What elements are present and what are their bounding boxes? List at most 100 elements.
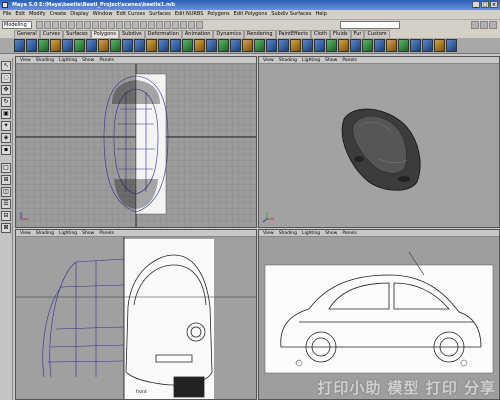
cylindrical-mapping-icon[interactable] — [326, 39, 337, 52]
shelf-tab-curves[interactable]: Curves — [39, 30, 64, 38]
separate-icon[interactable] — [98, 39, 109, 52]
snap-point-icon[interactable] — [156, 21, 163, 29]
merge-vertices-icon[interactable] — [170, 39, 181, 52]
panel-menu-shading[interactable]: Shading — [36, 57, 54, 63]
subdivide-icon[interactable] — [194, 39, 205, 52]
wedge-faces-icon[interactable] — [410, 39, 421, 52]
select-tool-icon[interactable]: ↖ — [1, 61, 11, 71]
smooth-icon[interactable] — [158, 39, 169, 52]
duplicate-faces-icon[interactable] — [422, 39, 433, 52]
mask-curve-icon[interactable] — [100, 21, 107, 29]
menu-create[interactable]: Create — [50, 10, 67, 19]
layout-side-by-side-icon[interactable]: ◫ — [1, 187, 11, 197]
panel-menu-shading[interactable]: Shading — [36, 230, 54, 236]
shelf-tab-animation[interactable]: Animation — [181, 30, 214, 38]
panel-menu-lighting[interactable]: Lighting — [302, 57, 320, 63]
booleans-icon[interactable] — [398, 39, 409, 52]
poly-sphere-icon[interactable] — [26, 39, 37, 52]
soften-edge-icon[interactable] — [290, 39, 301, 52]
panel-menu-lighting[interactable]: Lighting — [59, 230, 77, 236]
shelf-tab-general[interactable]: General — [14, 30, 40, 38]
panel-menu-panels[interactable]: Panels — [342, 57, 356, 63]
panel-menu-panels[interactable]: Panels — [99, 57, 113, 63]
shelf-tab-fur[interactable]: Fur — [350, 30, 365, 38]
save-scene-icon[interactable] — [52, 21, 59, 29]
shelf-tab-polygons[interactable]: Polygons — [90, 30, 119, 38]
layout-single-icon[interactable]: □ — [1, 163, 11, 173]
menu-set-dropdown[interactable]: Modeling — [2, 21, 32, 29]
lasso-tool-icon[interactable]: ◌ — [1, 73, 11, 83]
render-globals-icon[interactable] — [196, 21, 203, 29]
history-icon[interactable] — [172, 21, 179, 29]
move-tool-icon[interactable]: ✥ — [1, 85, 11, 95]
menu-edit-polygons[interactable]: Edit Polygons — [234, 10, 268, 19]
bevel-icon[interactable] — [182, 39, 193, 52]
maximize-button[interactable]: □ — [481, 1, 489, 8]
shelf-tab-fluids[interactable]: Fluids — [330, 30, 351, 38]
spherical-mapping-icon[interactable] — [338, 39, 349, 52]
maya-app-icon[interactable] — [2, 2, 8, 8]
panel-menu-view[interactable]: View — [263, 57, 274, 63]
menu-window[interactable]: Window — [93, 10, 113, 19]
split-polygon-icon[interactable] — [134, 39, 145, 52]
mirror-geometry-icon[interactable] — [230, 39, 241, 52]
reverse-normals-icon[interactable] — [278, 39, 289, 52]
mask-handle-icon[interactable] — [84, 21, 91, 29]
shelf-tab-rendering[interactable]: Rendering — [244, 30, 276, 38]
layout-hypershade-icon[interactable]: ⊠ — [1, 223, 11, 233]
shelf-tab-surfaces[interactable]: Surfaces — [63, 30, 91, 38]
shelf-tab-deformation[interactable]: Deformation — [144, 30, 182, 38]
sculpt-tool-icon[interactable] — [362, 39, 373, 52]
panel-menu-shading[interactable]: Shading — [279, 230, 297, 236]
mask-deform-icon[interactable] — [116, 21, 123, 29]
scale-tool-icon[interactable]: ▣ — [1, 109, 11, 119]
panel-menu-panels[interactable]: Panels — [342, 230, 356, 236]
poly-cone-icon[interactable] — [50, 39, 61, 52]
harden-edge-icon[interactable] — [302, 39, 313, 52]
reduce-icon[interactable] — [374, 39, 385, 52]
select-object-icon[interactable] — [68, 21, 75, 29]
tool-settings-toggle-icon[interactable] — [480, 21, 488, 29]
shelf-tab-dynamics[interactable]: Dynamics — [213, 30, 245, 38]
close-button[interactable]: × — [490, 1, 498, 8]
layout-graph-icon[interactable]: ⊟ — [1, 211, 11, 221]
mask-dynamic-icon[interactable] — [124, 21, 131, 29]
manipulator-tool-icon[interactable]: ✦ — [1, 121, 11, 131]
menu-edit-curves[interactable]: Edit Curves — [116, 10, 145, 19]
last-tool-icon[interactable]: ▪ — [1, 145, 11, 155]
menu-file[interactable]: File — [3, 10, 11, 19]
menu-surfaces[interactable]: Surfaces — [149, 10, 171, 19]
render-icon[interactable] — [180, 21, 187, 29]
soft-mod-tool-icon[interactable]: ◈ — [1, 133, 11, 143]
mask-surface-icon[interactable] — [108, 21, 115, 29]
select-hierarchy-icon[interactable] — [60, 21, 67, 29]
panel-menu-show[interactable]: Show — [325, 230, 337, 236]
menu-display[interactable]: Display — [70, 10, 88, 19]
menu-help[interactable]: Help — [315, 10, 326, 19]
panel-menu-view[interactable]: View — [20, 230, 31, 236]
uv-editor-icon[interactable] — [350, 39, 361, 52]
viewport-top[interactable]: View Shading Lighting Show Panels — [15, 56, 257, 228]
poly-cylinder-icon[interactable] — [38, 39, 49, 52]
viewport-side[interactable]: View Shading Lighting Show Panels — [258, 229, 500, 400]
panel-menu-lighting[interactable]: Lighting — [302, 230, 320, 236]
layout-four-icon[interactable]: ⊞ — [1, 175, 11, 185]
layout-outliner-icon[interactable]: ☰ — [1, 199, 11, 209]
append-polygon-icon[interactable] — [146, 39, 157, 52]
minimize-button[interactable]: _ — [472, 1, 480, 8]
poly-cube-icon[interactable] — [14, 39, 25, 52]
cleanup-icon[interactable] — [386, 39, 397, 52]
poly-torus-icon[interactable] — [74, 39, 85, 52]
shelf-tab-custom[interactable]: Custom — [364, 30, 390, 38]
attribute-editor-toggle-icon[interactable] — [471, 21, 479, 29]
cut-faces-icon[interactable] — [242, 39, 253, 52]
select-component-icon[interactable] — [76, 21, 83, 29]
snap-grid-icon[interactable] — [140, 21, 147, 29]
menu-edit-nurbs[interactable]: Edit NURBS — [175, 10, 204, 19]
extrude-face-icon[interactable] — [110, 39, 121, 52]
channel-box-toggle-icon[interactable] — [489, 21, 497, 29]
viewport-front[interactable]: View Shading Lighting Show Panels front — [15, 229, 257, 400]
panel-menu-show[interactable]: Show — [82, 57, 94, 63]
snap-view-plane-icon[interactable] — [164, 21, 171, 29]
triangulate-icon[interactable] — [206, 39, 217, 52]
